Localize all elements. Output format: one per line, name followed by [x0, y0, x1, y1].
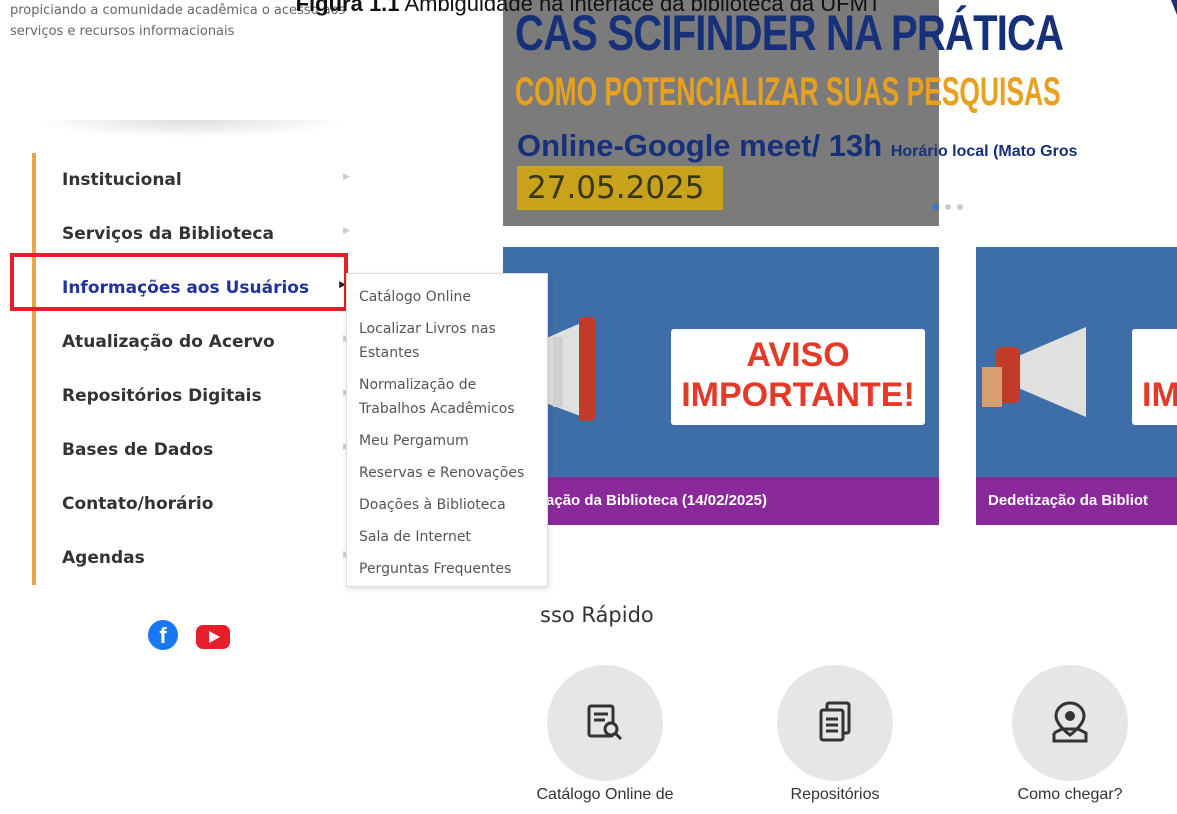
news-card-caption[interactable]: Dedetização da Bibliot — [976, 477, 1177, 525]
menu-item-servicos[interactable]: Serviços da Biblioteca ▶ — [36, 207, 354, 261]
submenu-item-normalizacao[interactable]: Normalização de Trabalhos Acadêmicos — [347, 370, 547, 426]
megaphone-icon — [982, 327, 1086, 417]
menu-item-agendas[interactable]: Agendas ▶ — [36, 531, 354, 585]
menu-item-institucional[interactable]: Institucional ▶ — [36, 153, 354, 207]
catalog-search-icon — [587, 704, 623, 741]
quick-access-label[interactable]: Como chegar? — [995, 786, 1145, 804]
quick-access-repositories[interactable] — [777, 665, 893, 781]
banner-date: 27.05.2025 — [517, 166, 723, 210]
documents-icon — [819, 701, 851, 742]
figure-caption-prefix: Figura 1.1 — [295, 0, 400, 16]
chevron-right-icon: ▶ — [339, 280, 346, 290]
menu-item-atualizacao-acervo[interactable]: Atualização do Acervo ▶ — [36, 315, 354, 369]
news-card[interactable]: AVISO IMPORTANTE! etização da Biblioteca… — [503, 247, 939, 525]
aviso-sign: AVISO IMPORTANTE! — [671, 329, 925, 425]
carousel-dot[interactable] — [933, 204, 939, 210]
quick-access-directions[interactable] — [1012, 665, 1128, 781]
event-banner[interactable]: CAS SCIFINDER NA PRÁTICA COMO POTENCIALI… — [503, 0, 1177, 226]
aviso-line-1: AVISO — [746, 336, 850, 374]
aviso-line-2: IMPORTANTE! — [681, 376, 915, 414]
quick-access-title: sso Rápido — [540, 603, 654, 627]
menu-item-label: Atualização do Acervo — [62, 332, 275, 352]
submenu-item-localizar-livros[interactable]: Localizar Livros nas Estantes — [347, 314, 547, 370]
menu-item-label: Bases de Dados — [62, 440, 214, 460]
facebook-icon[interactable]: f — [148, 620, 178, 650]
news-card[interactable]: IM Dedetização da Bibliot — [976, 247, 1177, 525]
youtube-icon[interactable] — [196, 625, 230, 649]
carousel-dots — [933, 195, 969, 214]
aviso-line-1: IM — [1142, 376, 1177, 414]
quick-access-label[interactable]: Catálogo Online de — [520, 786, 690, 804]
banner-online: Online-Google meet/ 13h Horário local (M… — [517, 128, 1078, 164]
menu-item-label: Agendas — [62, 548, 145, 568]
banner-local: Horário local (Mato Gros — [890, 143, 1078, 160]
submenu-item-doacoes[interactable]: Doações à Biblioteca — [347, 490, 547, 522]
submenu-item-catalogo-online[interactable]: Catálogo Online — [347, 282, 547, 314]
menu-item-label: Serviços da Biblioteca — [62, 224, 274, 244]
quick-access-label[interactable]: Repositórios — [760, 786, 910, 804]
submenu-item-perguntas-frequentes[interactable]: Perguntas Frequentes — [347, 554, 547, 586]
map-pin-icon — [1052, 701, 1088, 743]
chevron-right-icon: ▶ — [343, 172, 350, 182]
quick-access-catalog[interactable] — [547, 665, 663, 781]
sidebar-menu: Institucional ▶ Serviços da Biblioteca ▶… — [32, 153, 354, 585]
carousel-dot[interactable] — [945, 204, 951, 210]
banner-online-text: Online-Google meet/ 13h — [517, 128, 883, 163]
submenu-item-meu-pergamum[interactable]: Meu Pergamum — [347, 426, 547, 458]
submenu-informacoes-usuarios: Catálogo Online Localizar Livros nas Est… — [346, 273, 548, 587]
news-card-caption[interactable]: etização da Biblioteca (14/02/2025) — [503, 477, 939, 525]
submenu-item-reservas[interactable]: Reservas e Renovações — [347, 458, 547, 490]
menu-item-label: Institucional — [62, 170, 182, 190]
menu-item-contato[interactable]: Contato/horário — [36, 477, 354, 531]
menu-item-repositorios[interactable]: Repositórios Digitais ▶ — [36, 369, 354, 423]
menu-item-label: Informações aos Usuários — [62, 278, 310, 298]
figure-caption: Figura 1.1 Ambiguidade na interface da b… — [0, 0, 1177, 17]
chevron-right-icon: ▶ — [343, 226, 350, 236]
carousel-dot[interactable] — [957, 204, 963, 210]
submenu-item-sala-internet[interactable]: Sala de Internet — [347, 522, 547, 554]
aviso-sign: IM — [1132, 329, 1177, 425]
banner-subtitle: COMO POTENCIALIZAR SUAS PESQUISAS — [515, 70, 1061, 114]
menu-item-label: Contato/horário — [62, 494, 214, 514]
divider — [30, 120, 350, 138]
figure-caption-text: Ambiguidade na interface da biblioteca d… — [404, 0, 882, 16]
menu-item-informacoes-usuarios[interactable]: Informações aos Usuários ▶ — [36, 261, 354, 315]
menu-item-label: Repositórios Digitais — [62, 386, 262, 406]
menu-item-bases-dados[interactable]: Bases de Dados ▶ — [36, 423, 354, 477]
